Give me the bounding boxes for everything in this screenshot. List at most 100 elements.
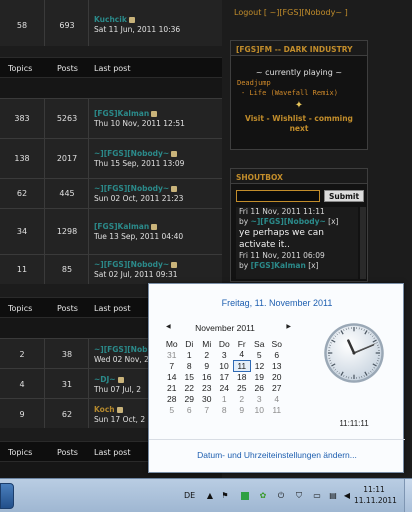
calendar-day[interactable]: 2 (198, 349, 216, 360)
calendar-day[interactable]: 17 (216, 371, 234, 382)
show-desktop-button[interactable] (404, 479, 412, 512)
view-latest-post-icon[interactable] (128, 17, 135, 23)
calendar-day[interactable]: 30 (198, 393, 216, 404)
radio-links[interactable]: Visit - Wishlist - comming next (231, 114, 367, 134)
last-post-user[interactable]: [FGS]Kalman (94, 222, 149, 231)
month-label[interactable]: November 2011 (163, 323, 287, 333)
calendar-day[interactable]: 2 (233, 393, 251, 404)
calendar-day[interactable]: 6 (181, 404, 199, 415)
shout-delete[interactable]: [x] (308, 261, 318, 270)
header-posts: Posts (57, 448, 78, 457)
calendar-day[interactable]: 22 (181, 382, 199, 393)
last-post-user[interactable]: ~DJ~ (94, 375, 116, 384)
calendar-day[interactable]: 8 (216, 404, 234, 415)
last-post-user[interactable]: Kuchcik (94, 15, 127, 24)
power-icon[interactable]: ⏻ (276, 491, 286, 501)
calendar-day[interactable]: 16 (198, 371, 216, 382)
monitor-icon[interactable]: ▭ (312, 491, 322, 501)
calendar-day[interactable]: 7 (163, 360, 181, 371)
last-post-user[interactable]: Koch (94, 405, 115, 414)
calendar-day[interactable]: 31 (163, 349, 181, 360)
calendar-day[interactable]: 15 (181, 371, 199, 382)
forum-row[interactable]: 34 1298 [FGS]Kalman Tue 13 Sep, 2011 04:… (0, 208, 222, 254)
calendar-day[interactable]: 5 (251, 349, 269, 360)
logout-link[interactable]: Logout [ ~][FGS][Nobody~ ] (234, 8, 348, 17)
calendar-day[interactable]: 14 (163, 371, 181, 382)
view-latest-post-icon[interactable] (171, 151, 178, 157)
calendar-day[interactable]: 26 (251, 382, 269, 393)
calendar-day[interactable]: 1 (181, 349, 199, 360)
view-latest-post-icon[interactable] (151, 111, 158, 117)
forum-row[interactable]: 58 693 Kuchcik Sat 11 Jun, 2011 10:36 (0, 0, 222, 46)
shoutbox-submit-button[interactable]: Submit (324, 190, 364, 202)
calendar-day[interactable]: 27 (268, 382, 286, 393)
calendar-day[interactable]: 9 (198, 360, 216, 371)
calendar-day[interactable]: 4 (268, 393, 286, 404)
taskbar-clock[interactable]: 11:11 11.11.2011 (354, 484, 397, 506)
calendar-day[interactable]: 18 (233, 371, 251, 382)
forum-row[interactable]: 383 5263 [FGS]Kalman Thu 10 Nov, 2011 12… (0, 98, 222, 138)
calendar-day[interactable]: 9 (233, 404, 251, 415)
language-indicator[interactable]: DE (184, 491, 195, 500)
shoutbox-scrollbar[interactable] (360, 207, 366, 279)
volume-icon[interactable]: ◀ (342, 491, 352, 501)
shout-delete[interactable]: [x] (328, 217, 338, 226)
calendar-day[interactable]: 11 (268, 404, 286, 415)
calendar-day[interactable]: 8 (181, 360, 199, 371)
calendar-day[interactable]: 21 (163, 382, 181, 393)
calendar-day[interactable]: 20 (268, 371, 286, 382)
column-divider (88, 99, 89, 138)
taskbar-time: 11:11 (363, 485, 385, 494)
calendar-day[interactable]: 5 (163, 404, 181, 415)
posts-count: 2017 (56, 154, 78, 163)
posts-count: 445 (59, 189, 75, 198)
forum-row[interactable]: 138 2017 ~][FGS][Nobody~ Thu 15 Sep, 201… (0, 138, 222, 178)
next-month-icon[interactable]: ▶ (286, 323, 291, 330)
last-post-user[interactable]: ~][FGS][Nobody~ (94, 184, 169, 193)
show-hidden-icon[interactable]: ▲ (205, 491, 215, 501)
forum-row[interactable]: 11 85 ~][FGS][Nobody~ Sat 02 Jul, 2011 0… (0, 254, 222, 284)
view-latest-post-icon[interactable] (171, 262, 178, 268)
last-post-user[interactable]: ~][FGS][Nob (94, 345, 147, 354)
green-square-icon[interactable] (240, 491, 250, 501)
last-post-user[interactable]: ~][FGS][Nobody~ (94, 260, 169, 269)
forum-row[interactable]: 62 445 ~][FGS][Nobody~ Sun 02 Oct, 2011 … (0, 178, 222, 208)
start-button[interactable] (0, 483, 14, 509)
calendar-day[interactable]: 25 (233, 382, 251, 393)
topics-count: 34 (16, 227, 28, 236)
last-post-user[interactable]: [FGS]Kalman (94, 109, 149, 118)
calendar-day[interactable]: 23 (198, 382, 216, 393)
view-latest-post-icon[interactable] (171, 186, 178, 192)
calendar-day[interactable]: 4 (233, 349, 251, 360)
view-latest-post-icon[interactable] (151, 224, 158, 230)
calendar-day[interactable]: 19 (251, 371, 269, 382)
calendar-day[interactable]: 29 (181, 393, 199, 404)
change-date-time-settings-link[interactable]: Datum- und Uhrzeiteinstellungen ändern..… (149, 450, 405, 460)
calendar-day[interactable]: 13 (268, 360, 286, 371)
shout-user[interactable]: ~][FGS][Nobody~ (251, 217, 326, 226)
calendar-day[interactable]: 28 (163, 393, 181, 404)
flag-icon[interactable]: ⚑ (220, 491, 230, 501)
calendar-day[interactable]: 3 (251, 393, 269, 404)
column-divider (88, 209, 89, 254)
shout-user[interactable]: [FGS]Kalman (251, 261, 306, 270)
week-row: 14 15 16 17 18 19 20 (163, 371, 286, 382)
week-row: 21 22 23 24 25 26 27 (163, 382, 286, 393)
view-latest-post-icon[interactable] (116, 407, 123, 413)
calendar-day[interactable]: 3 (216, 349, 234, 360)
view-latest-post-icon[interactable] (117, 377, 124, 383)
gear-flower-icon[interactable]: ✿ (258, 491, 268, 501)
shield-icon[interactable]: ⛉ (294, 491, 304, 501)
shoutbox-input[interactable] (236, 190, 320, 202)
flyout-date-header[interactable]: Freitag, 11. November 2011 (149, 298, 405, 308)
calendar-day[interactable]: 10 (251, 404, 269, 415)
network-icon[interactable]: ▤ (328, 491, 338, 501)
last-post-user[interactable]: ~][FGS][Nobody~ (94, 149, 169, 158)
calendar-day[interactable]: 12 (251, 360, 269, 371)
calendar-day[interactable]: 6 (268, 349, 286, 360)
calendar-day[interactable]: 1 (216, 393, 234, 404)
calendar-day[interactable]: 24 (216, 382, 234, 393)
calendar-day[interactable]: 7 (198, 404, 216, 415)
calendar-day-today[interactable]: 11 (232, 359, 251, 372)
calendar-day[interactable]: 10 (216, 360, 234, 371)
